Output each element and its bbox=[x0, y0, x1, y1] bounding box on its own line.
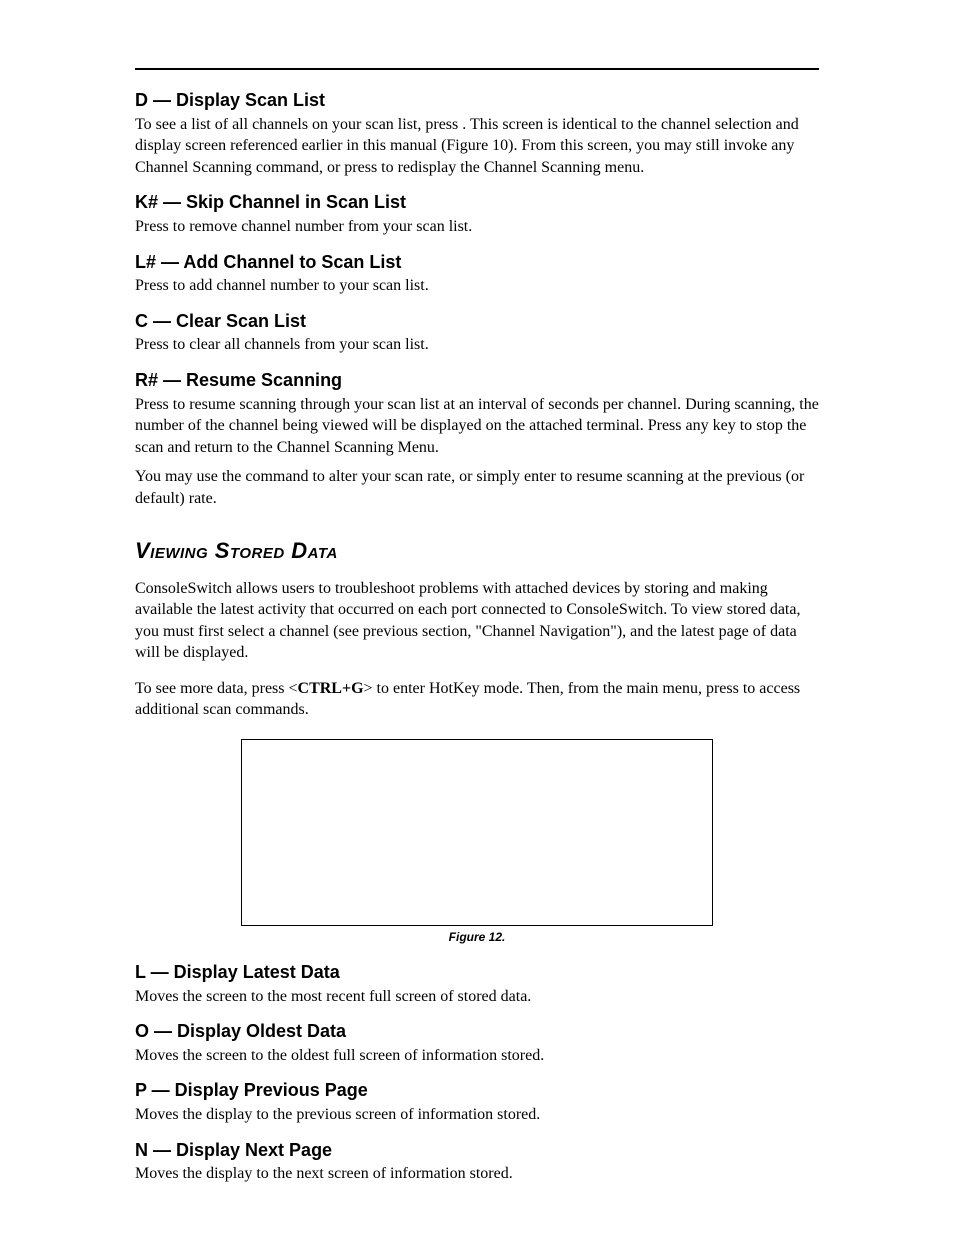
paragraph-c: Press to clear all channels from your sc… bbox=[135, 334, 819, 356]
figure-caption: Figure 12. bbox=[135, 930, 819, 944]
heading-r: R# — Resume Scanning bbox=[135, 370, 819, 392]
paragraph-n: Moves the display to the next screen of … bbox=[135, 1163, 819, 1185]
heading-k: K# — Skip Channel in Scan List bbox=[135, 192, 819, 214]
paragraph-l-add: Press to add channel number to your scan… bbox=[135, 275, 819, 297]
paragraph-viewing-1: ConsoleSwitch allows users to troublesho… bbox=[135, 578, 819, 664]
paragraph-p: Moves the display to the previous screen… bbox=[135, 1104, 819, 1126]
hotkey-ctrl-g: CTRL+G bbox=[298, 680, 364, 697]
heading-n: N — Display Next Page bbox=[135, 1140, 819, 1162]
heading-o: O — Display Oldest Data bbox=[135, 1021, 819, 1043]
heading-l-add: L# — Add Channel to Scan List bbox=[135, 252, 819, 274]
paragraph-d: To see a list of all channels on your sc… bbox=[135, 114, 819, 179]
heading-p: P — Display Previous Page bbox=[135, 1080, 819, 1102]
horizontal-rule bbox=[135, 68, 819, 70]
heading-c: C — Clear Scan List bbox=[135, 311, 819, 333]
heading-d: D — Display Scan List bbox=[135, 90, 819, 112]
paragraph-r-2: You may use the command to alter your sc… bbox=[135, 466, 819, 509]
paragraph-k: Press to remove channel number from your… bbox=[135, 216, 819, 238]
section-heading-viewing: Viewing Stored Data bbox=[135, 538, 819, 564]
document-page: D — Display Scan List To see a list of a… bbox=[0, 0, 954, 1235]
paragraph-r-1: Press to resume scanning through your sc… bbox=[135, 394, 819, 459]
paragraph-o: Moves the screen to the oldest full scre… bbox=[135, 1045, 819, 1067]
text-run: To see more data, press < bbox=[135, 680, 298, 697]
heading-l-latest: L — Display Latest Data bbox=[135, 962, 819, 984]
paragraph-viewing-2: To see more data, press <CTRL+G> to ente… bbox=[135, 678, 819, 721]
figure-12-placeholder bbox=[241, 739, 713, 926]
paragraph-l-latest: Moves the screen to the most recent full… bbox=[135, 986, 819, 1008]
